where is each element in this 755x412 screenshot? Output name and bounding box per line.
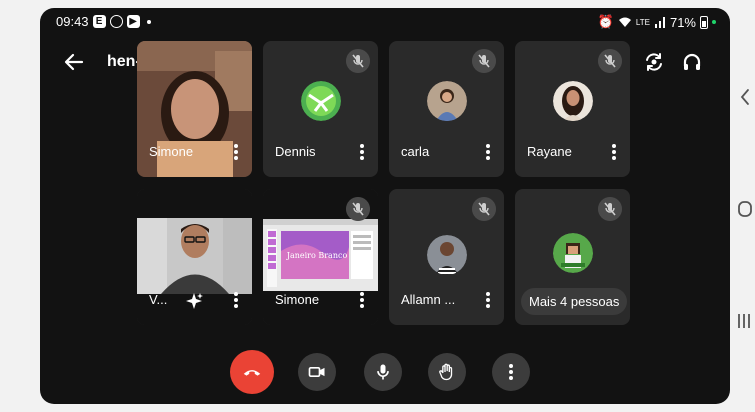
more-participants-tile[interactable]: Mais 4 pessoas: [515, 189, 630, 325]
more-vert-icon[interactable]: [360, 292, 364, 308]
participant-tile-simone-presentation[interactable]: Janeiro Branco Simone: [263, 189, 378, 325]
camera-toggle-button[interactable]: [298, 353, 336, 391]
participant-name: Simone: [275, 292, 320, 307]
video-camera-icon: [308, 367, 325, 377]
avatar: [301, 81, 341, 121]
participant-tile-simone[interactable]: Simone: [137, 41, 252, 177]
mic-toggle-button[interactable]: [364, 353, 402, 391]
status-bar: 09:43 E ▶ ⏰ LTE 71%: [40, 8, 730, 34]
participant-name: Allamn ...: [401, 292, 456, 307]
avatar: [427, 81, 467, 121]
nav-back-icon[interactable]: [739, 88, 751, 106]
participant-tile-v[interactable]: V...: [137, 189, 252, 325]
video-notification-icon: ▶: [126, 15, 140, 28]
charging-indicator-icon: [712, 20, 716, 24]
arrow-left-icon[interactable]: [62, 50, 86, 74]
status-time: 09:43: [56, 14, 89, 29]
participant-tile-carla[interactable]: carla: [389, 41, 504, 177]
notification-icon: E: [92, 15, 106, 28]
avatar: [553, 233, 593, 273]
status-left: 09:43 E ▶: [56, 14, 151, 29]
status-right: ⏰ LTE 71%: [598, 14, 716, 30]
meet-call-screen: 09:43 E ▶ ⏰ LTE 71% hen-xxcf-sux ▶: [40, 8, 730, 404]
more-vert-icon[interactable]: [486, 292, 490, 308]
mic-off-icon: [472, 197, 496, 221]
network-type: LTE: [635, 17, 650, 27]
participant-name: Dennis: [275, 144, 316, 159]
sparkle-effects-icon[interactable]: [185, 292, 203, 310]
mic-off-icon: [472, 49, 496, 73]
participant-tile-allamn[interactable]: Allamn ...: [389, 189, 504, 325]
mic-off-icon: [346, 197, 370, 221]
hangup-button[interactable]: [230, 350, 274, 394]
more-vert-icon[interactable]: [360, 144, 364, 160]
more-vert-icon[interactable]: [234, 144, 238, 160]
battery-percent: 71%: [669, 14, 696, 30]
slide-title: Janeiro Branco: [286, 251, 348, 260]
wifi-icon: [618, 17, 631, 27]
participant-tile-rayane[interactable]: Rayane: [515, 41, 630, 177]
mic-off-icon: [346, 49, 370, 73]
mic-off-icon: [598, 49, 622, 73]
mic-icon: [377, 364, 389, 380]
raise-hand-button[interactable]: [428, 353, 466, 391]
raise-hand-icon: [439, 363, 453, 381]
headphones-icon[interactable]: [680, 50, 704, 74]
battery-icon: [700, 15, 708, 29]
participant-name: V...: [149, 292, 168, 307]
more-vert-icon[interactable]: [234, 292, 238, 308]
alarm-icon: ⏰: [597, 14, 614, 29]
phone-hangup-icon: [243, 370, 261, 376]
more-vert-icon[interactable]: [612, 144, 616, 160]
avatar: [427, 235, 467, 275]
avatar: [553, 81, 593, 121]
more-vert-icon[interactable]: [486, 144, 490, 160]
signal-icon: [654, 17, 665, 28]
nav-recents-icon[interactable]: [737, 312, 751, 330]
nav-home-icon[interactable]: [737, 200, 753, 218]
more-participants-label[interactable]: Mais 4 pessoas: [521, 288, 628, 315]
more-notifications-icon: [146, 19, 151, 24]
participant-name: Simone: [149, 144, 194, 159]
switch-camera-icon[interactable]: [642, 50, 666, 74]
more-vert-icon: [509, 364, 513, 380]
more-options-button[interactable]: [492, 353, 530, 391]
mic-off-icon: [598, 197, 622, 221]
participant-name: Rayane: [527, 144, 572, 159]
participant-name: carla: [401, 144, 430, 159]
notification-icon: [109, 15, 123, 28]
participant-tile-dennis[interactable]: Dennis: [263, 41, 378, 177]
